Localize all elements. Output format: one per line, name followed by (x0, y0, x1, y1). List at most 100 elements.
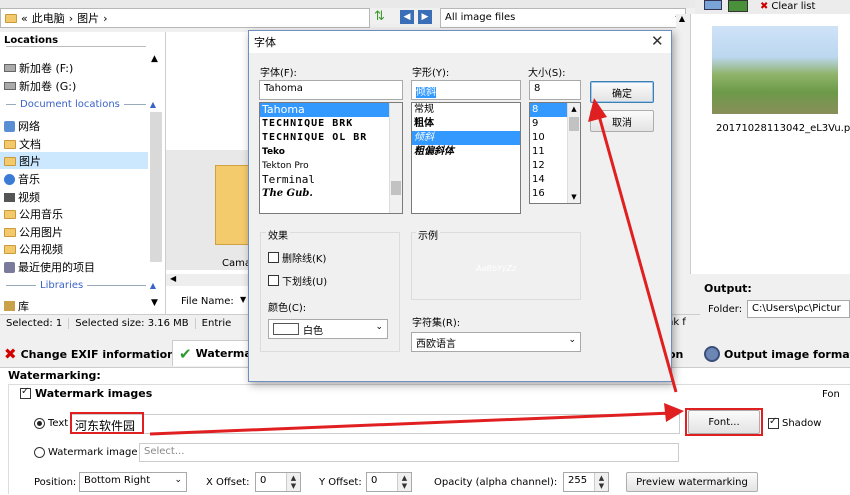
watermark-images-check[interactable]: Watermark images (20, 386, 152, 400)
list-item[interactable]: 粗偏斜体 (412, 145, 520, 159)
font-style-input[interactable]: 倾斜 (411, 80, 521, 100)
underline-checkbox[interactable] (268, 275, 279, 286)
chevron-down-icon[interactable]: ▼ (240, 295, 246, 304)
size-list-scrollbar[interactable]: ▲ ▼ (567, 103, 580, 203)
list-item[interactable]: TECHNIQUE OL BR (260, 131, 402, 145)
image-radio[interactable] (34, 447, 45, 458)
h-scrollbar[interactable]: ◀ (166, 274, 251, 286)
output-folder-input[interactable]: C:\Users\pc\Pictur (747, 300, 850, 318)
image-icon[interactable] (704, 0, 722, 10)
nav-forward-icon[interactable]: ▶ (418, 10, 432, 24)
tree-item-public-pictures[interactable]: 公用图片 (4, 224, 63, 240)
list-item[interactable]: Teko (260, 145, 402, 159)
gear-icon (704, 346, 720, 362)
font-size-list[interactable]: 8 9 10 11 12 14 16 ▲ ▼ (529, 102, 581, 204)
address-bar[interactable]: « 此电脑 › 图片 › (0, 8, 370, 28)
y-offset-stepper[interactable]: ▲ ▼ (397, 473, 411, 491)
library-icon (4, 301, 15, 311)
shadow-checkbox[interactable] (768, 416, 779, 429)
output-label: Output: (704, 282, 752, 295)
exif-x-icon: ✖ (4, 345, 17, 363)
text-highlight-box (70, 412, 144, 434)
tree-item-public-videos[interactable]: 公用视频 (4, 241, 63, 257)
filter-select[interactable]: All image files ⌄ (440, 8, 686, 28)
script-select[interactable]: 西欧语言 ⌄ (411, 332, 581, 352)
strikeout-option[interactable]: 删除线(K) (268, 250, 326, 265)
font-size-input[interactable]: 8 (529, 80, 581, 100)
sample-label: 示例 (416, 227, 440, 242)
font-name-input[interactable]: Tahoma (259, 80, 403, 100)
ok-button[interactable]: 确定 (590, 81, 654, 103)
refresh-icon[interactable]: ⇅ (374, 10, 388, 24)
tree-item-pictures[interactable]: 图片 (4, 153, 41, 169)
tab-output-format[interactable]: Output image format (704, 342, 850, 366)
collapse-icon[interactable]: ▲ (150, 281, 156, 290)
image-radio-option[interactable]: Watermark image (34, 447, 137, 458)
scroll-down-icon[interactable]: ▼ (151, 298, 158, 308)
font-list-scrollbar[interactable] (389, 103, 402, 213)
y-offset-input[interactable]: 0 ▲ ▼ (366, 472, 412, 492)
tree-item-documents[interactable]: 文档 (4, 136, 41, 152)
tree-scrollbar[interactable] (150, 112, 162, 262)
scroll-up-icon[interactable]: ▲ (151, 54, 158, 64)
font-name-list[interactable]: Tahoma TECHNIQUE BRK TECHNIQUE OL BR Tek… (259, 102, 403, 214)
shadow-check[interactable]: Shadow (768, 416, 821, 429)
watermark-text-input[interactable]: 河东软件园 (70, 414, 680, 434)
text-radio[interactable] (34, 418, 45, 429)
list-item[interactable]: 粗体 (412, 117, 520, 131)
text-radio-option[interactable]: Text (34, 418, 68, 429)
list-item[interactable]: The Gub. (260, 187, 402, 201)
libraries-header[interactable]: Libraries ▲ (6, 280, 156, 291)
path-part-pc[interactable]: 此电脑 (32, 10, 65, 26)
folder-icon (5, 13, 17, 23)
path-sep: › (68, 11, 74, 25)
tree-item-drive-f[interactable]: 新加卷 (F:) (4, 60, 73, 76)
tab-exif[interactable]: ✖ Change EXIF information (4, 342, 175, 366)
watermark-image-input[interactable]: Select... (139, 443, 679, 462)
path-part-pictures[interactable]: 图片 (77, 10, 99, 26)
opacity-stepper[interactable]: ▲ ▼ (594, 473, 608, 491)
preview-scrollbar[interactable]: ▲ (676, 14, 688, 274)
clear-list-button[interactable]: ✖ Clear list (760, 0, 840, 12)
tree-item-music[interactable]: 音乐 (4, 171, 40, 187)
nav-back-icon[interactable]: ◀ (400, 10, 414, 24)
list-item[interactable]: Tekton Pro (260, 159, 402, 173)
top-toolbar (0, 0, 700, 8)
color-select[interactable]: 白色 ⌄ (268, 319, 388, 339)
close-icon: ✖ (760, 0, 769, 12)
list-item[interactable]: 倾斜 (412, 131, 520, 145)
path-back-arrow[interactable]: « (21, 12, 28, 25)
preview-watermarking-button[interactable]: Preview watermarking (626, 472, 758, 492)
opacity-input[interactable]: 255 ▲ ▼ (563, 472, 609, 492)
tree-item-library[interactable]: 库 (4, 298, 29, 314)
collapse-icon[interactable]: ▲ (150, 100, 156, 109)
drive-icon (4, 64, 16, 72)
folder-icon (4, 244, 16, 254)
tree-item-recent[interactable]: 最近使用的项目 (4, 259, 95, 275)
tree-item-drive-g[interactable]: 新加卷 (G:) (4, 78, 76, 94)
path-sep: › (103, 11, 108, 25)
cancel-button[interactable]: 取消 (590, 110, 654, 132)
list-item[interactable]: Terminal (260, 173, 402, 187)
preview-thumbnail[interactable] (712, 26, 838, 114)
status-selected: Selected: 1 (0, 318, 70, 329)
x-offset-input[interactable]: 0 ▲ ▼ (255, 472, 301, 492)
tree-item-network[interactable]: 网络 (4, 118, 40, 134)
tree-item-public-music[interactable]: 公用音乐 (4, 206, 63, 222)
close-icon[interactable]: ✕ (651, 32, 664, 50)
folder-icon (4, 156, 16, 166)
strikeout-checkbox[interactable] (268, 252, 279, 263)
list-item[interactable]: TECHNIQUE BRK (260, 117, 402, 131)
tree-item-videos[interactable]: 视频 (4, 189, 40, 205)
image-view-icon[interactable] (728, 0, 748, 12)
position-select[interactable]: Bottom Right ⌄ (79, 472, 187, 492)
document-locations-header[interactable]: Document locations ▲ (6, 99, 156, 110)
x-offset-stepper[interactable]: ▲ ▼ (286, 473, 300, 491)
font-style-list[interactable]: 常规 粗体 倾斜 粗偏斜体 (411, 102, 521, 214)
list-item[interactable]: Tahoma (260, 103, 402, 117)
recent-icon (4, 261, 15, 273)
list-item[interactable]: 常规 (412, 103, 520, 117)
watermark-images-checkbox[interactable] (20, 386, 31, 399)
underline-option[interactable]: 下划线(U) (268, 273, 327, 288)
camera-folder-icon[interactable] (215, 165, 251, 245)
